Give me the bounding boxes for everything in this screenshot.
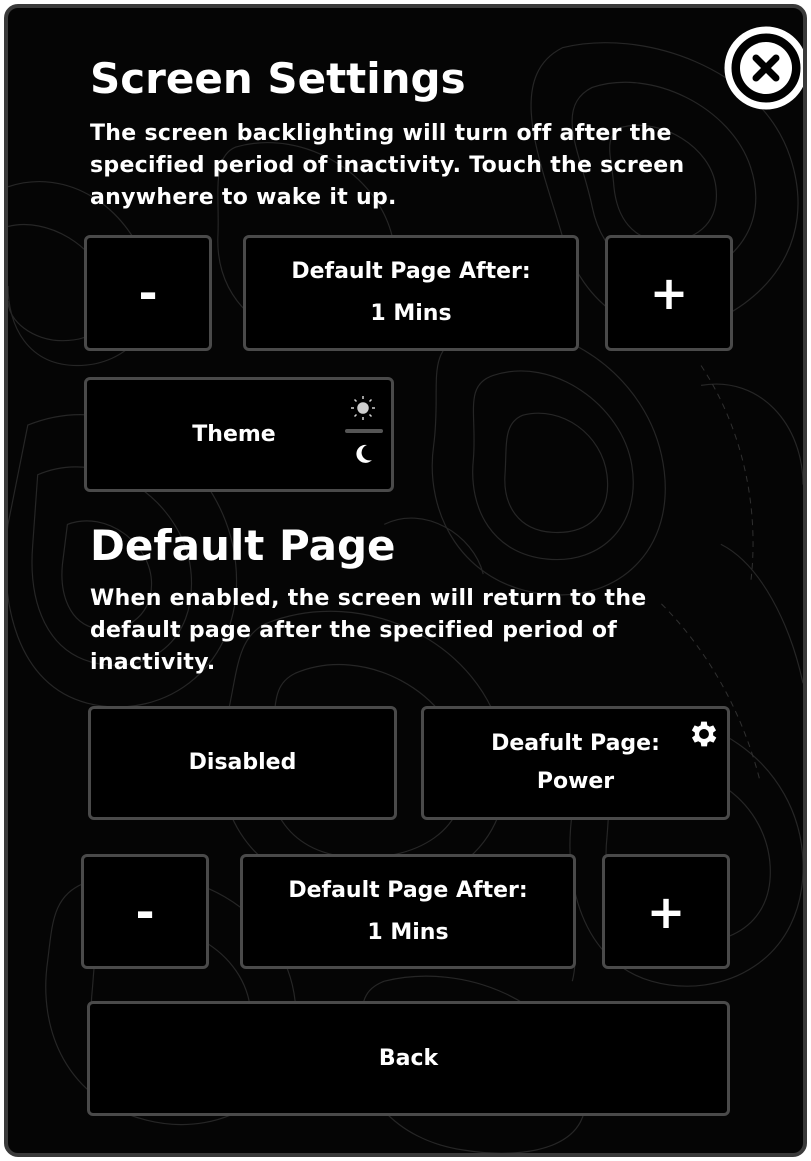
default-page-title: Default Page (90, 521, 396, 570)
default-page-select-button[interactable]: Deafult Page: Power (421, 706, 730, 820)
default-page-decrement-button[interactable]: - (81, 854, 209, 969)
close-button[interactable] (724, 26, 807, 110)
default-page-enable-toggle[interactable]: Disabled (88, 706, 397, 820)
sun-icon (351, 396, 375, 420)
timeout-label: Default Page After: (288, 877, 528, 903)
decrement-symbol: - (135, 884, 155, 939)
back-label: Back (378, 1045, 439, 1071)
default-page-description: When enabled, the screen will return to … (90, 586, 647, 675)
timeout-value: 1 Mins (370, 301, 452, 326)
increment-symbol: + (649, 266, 689, 320)
decrement-symbol: - (138, 266, 158, 320)
gear-icon (691, 721, 717, 747)
backlight-increment-button[interactable]: + (605, 235, 733, 351)
theme-slider-track (345, 429, 383, 433)
theme-toggle (345, 396, 383, 463)
page-select-label: Deafult Page: (491, 731, 660, 756)
backlight-decrement-button[interactable]: - (84, 235, 212, 351)
backlight-timeout-display[interactable]: Default Page After: 1 Mins (243, 235, 579, 351)
page-select-value: Power (536, 769, 615, 794)
screen-settings-dialog: Screen Settings The screen backlighting … (4, 4, 807, 1157)
default-page-timeout-display[interactable]: Default Page After: 1 Mins (240, 854, 576, 969)
timeout-label: Default Page After: (291, 259, 531, 284)
screen-settings-title: Screen Settings (90, 54, 466, 103)
close-icon (724, 26, 803, 110)
default-page-increment-button[interactable]: + (602, 854, 730, 969)
theme-label: Theme (192, 421, 276, 447)
back-button[interactable]: Back (87, 1001, 730, 1116)
theme-button[interactable]: Theme (84, 377, 394, 492)
enable-toggle-label: Disabled (188, 750, 297, 775)
timeout-value: 1 Mins (367, 919, 449, 945)
moon-icon (356, 444, 372, 463)
screen-settings-description: The screen backlighting will turn off af… (90, 121, 685, 210)
increment-symbol: + (646, 884, 686, 939)
